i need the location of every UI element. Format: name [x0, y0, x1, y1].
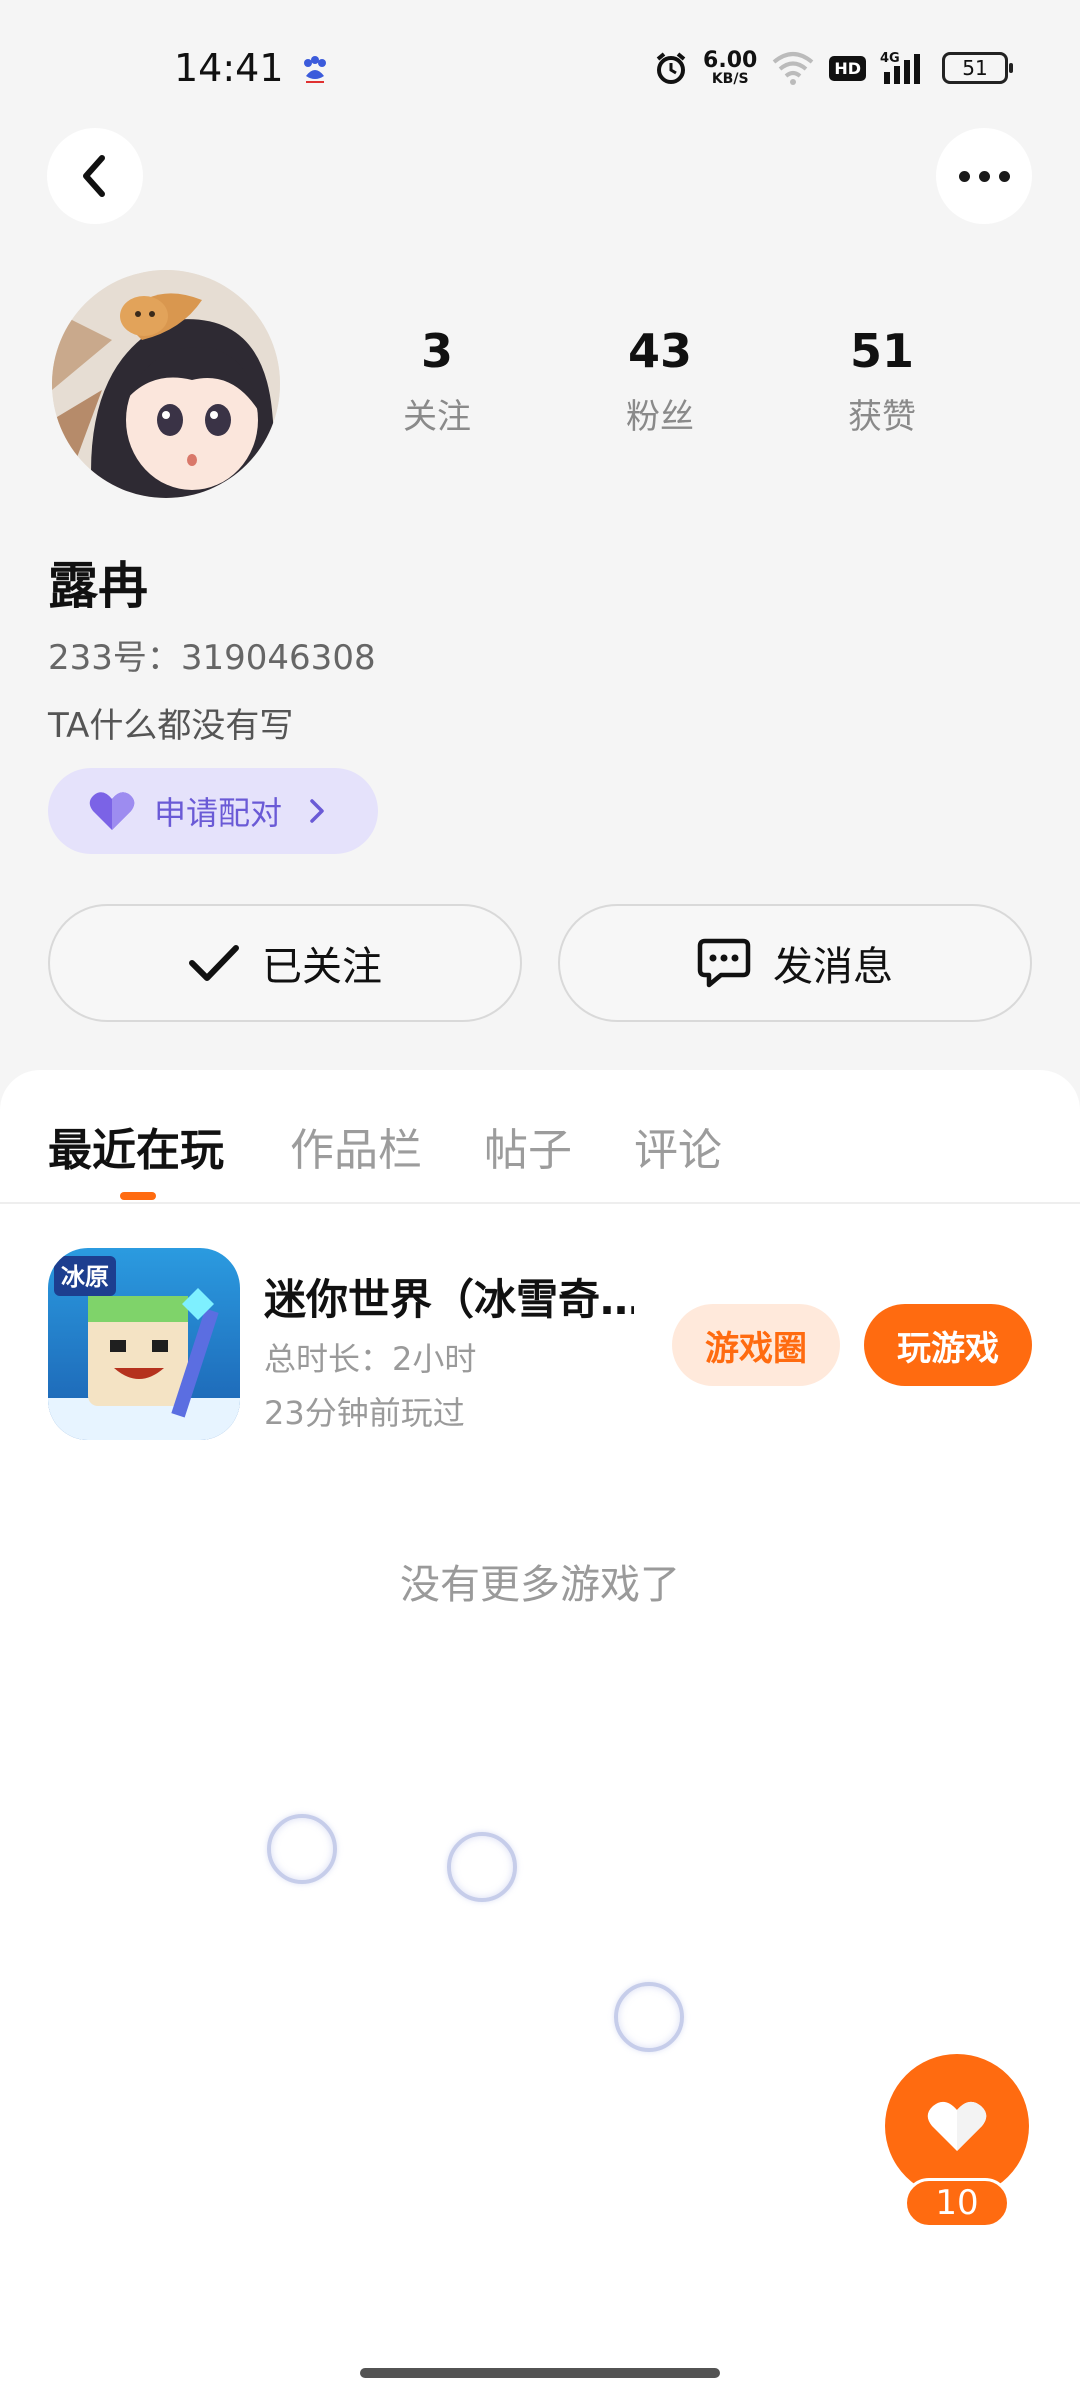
net-speed-unit: KB/S — [711, 71, 749, 87]
pair-request-label: 申请配对 — [154, 794, 283, 832]
baidu-app-icon — [304, 56, 326, 83]
profile-stats: 3 关注 43 粉丝 51 获赞 — [0, 326, 1080, 446]
like-count: 10 — [904, 2178, 1010, 2228]
tab-indicator — [120, 1192, 156, 1200]
send-message-button[interactable]: 发消息 — [558, 904, 1032, 1022]
heart-icon — [927, 2101, 987, 2151]
tab-recently-played[interactable]: 最近在玩 — [48, 1114, 224, 1178]
nickname: 露冉 — [48, 557, 148, 615]
tab-comments[interactable]: 评论 — [634, 1114, 722, 1178]
net-speed-value: 6.00 — [703, 48, 758, 73]
stat-fans[interactable]: 43 粉丝 — [580, 326, 740, 438]
like-button[interactable] — [885, 2054, 1029, 2198]
alarm-icon — [656, 52, 686, 84]
game-icon-art: 冰原 — [48, 1248, 240, 1440]
status-icons: 6.00 KB/S HD 4G 51 — [653, 46, 1013, 90]
chevron-left-icon — [83, 155, 105, 197]
chevron-right-icon — [310, 799, 324, 823]
net-speed: 6.00 KB/S — [703, 48, 758, 87]
stat-value: 43 — [627, 324, 692, 378]
followed-label: 已关注 — [262, 944, 382, 990]
stat-likes[interactable]: 51 获赞 — [802, 326, 962, 438]
send-message-label: 发消息 — [773, 944, 893, 990]
no-more-games-text: 没有更多游戏了 — [400, 1562, 680, 1608]
floating-bubble — [447, 1832, 517, 1902]
chat-bubble-icon — [697, 938, 751, 988]
play-game-button[interactable]: 玩游戏 — [864, 1304, 1032, 1386]
wifi-icon — [773, 52, 814, 85]
game-icon-badge: 冰原 — [61, 1263, 109, 1291]
heart-icon — [89, 792, 135, 830]
more-button[interactable] — [936, 128, 1032, 224]
tab-bar: 最近在玩 作品栏 帖子 评论 — [0, 1070, 1080, 1204]
tab-works[interactable]: 作品栏 — [290, 1114, 422, 1178]
stat-following[interactable]: 3 关注 — [357, 326, 517, 438]
stat-value: 3 — [420, 324, 453, 378]
signal-icon: 4G — [880, 51, 920, 84]
floating-bubble — [614, 1982, 684, 2052]
stat-label: 获赞 — [848, 396, 916, 437]
status-bar: 14:41 6.00 KB/S HD 4G 51 — [0, 0, 1080, 140]
game-circle-button[interactable]: 游戏圈 — [672, 1304, 840, 1386]
game-title: 迷你世界（冰雪奇… — [264, 1275, 634, 1324]
game-list-item[interactable]: 冰原 迷你世界（冰雪奇… 总时长：2小时 23分钟前玩过 游戏圈 玩游戏 — [0, 1248, 1080, 1448]
game-icon[interactable]: 冰原 — [48, 1248, 240, 1440]
back-button[interactable] — [47, 128, 143, 224]
svg-text:4G: 4G — [880, 51, 900, 66]
pair-request-button[interactable]: 申请配对 — [48, 768, 378, 854]
tab-posts[interactable]: 帖子 — [484, 1114, 572, 1178]
bio: TA什么都没有写 — [48, 706, 294, 746]
battery-indicator: 51 — [942, 52, 1013, 84]
floating-bubble — [267, 1814, 337, 1884]
followed-button[interactable]: 已关注 — [48, 904, 522, 1022]
stat-label: 关注 — [403, 396, 471, 437]
user-id: 233号：319046308 — [48, 638, 376, 678]
stat-label: 粉丝 — [626, 396, 694, 437]
hd-badge: HD — [829, 55, 866, 81]
home-indicator[interactable] — [360, 2368, 720, 2378]
more-dots-icon — [958, 170, 1010, 182]
stat-value: 51 — [849, 324, 914, 378]
check-icon — [189, 945, 239, 981]
game-last-played: 23分钟前玩过 — [264, 1394, 465, 1432]
status-time: 14:41 — [174, 46, 284, 90]
game-play-duration: 总时长：2小时 — [264, 1340, 477, 1378]
